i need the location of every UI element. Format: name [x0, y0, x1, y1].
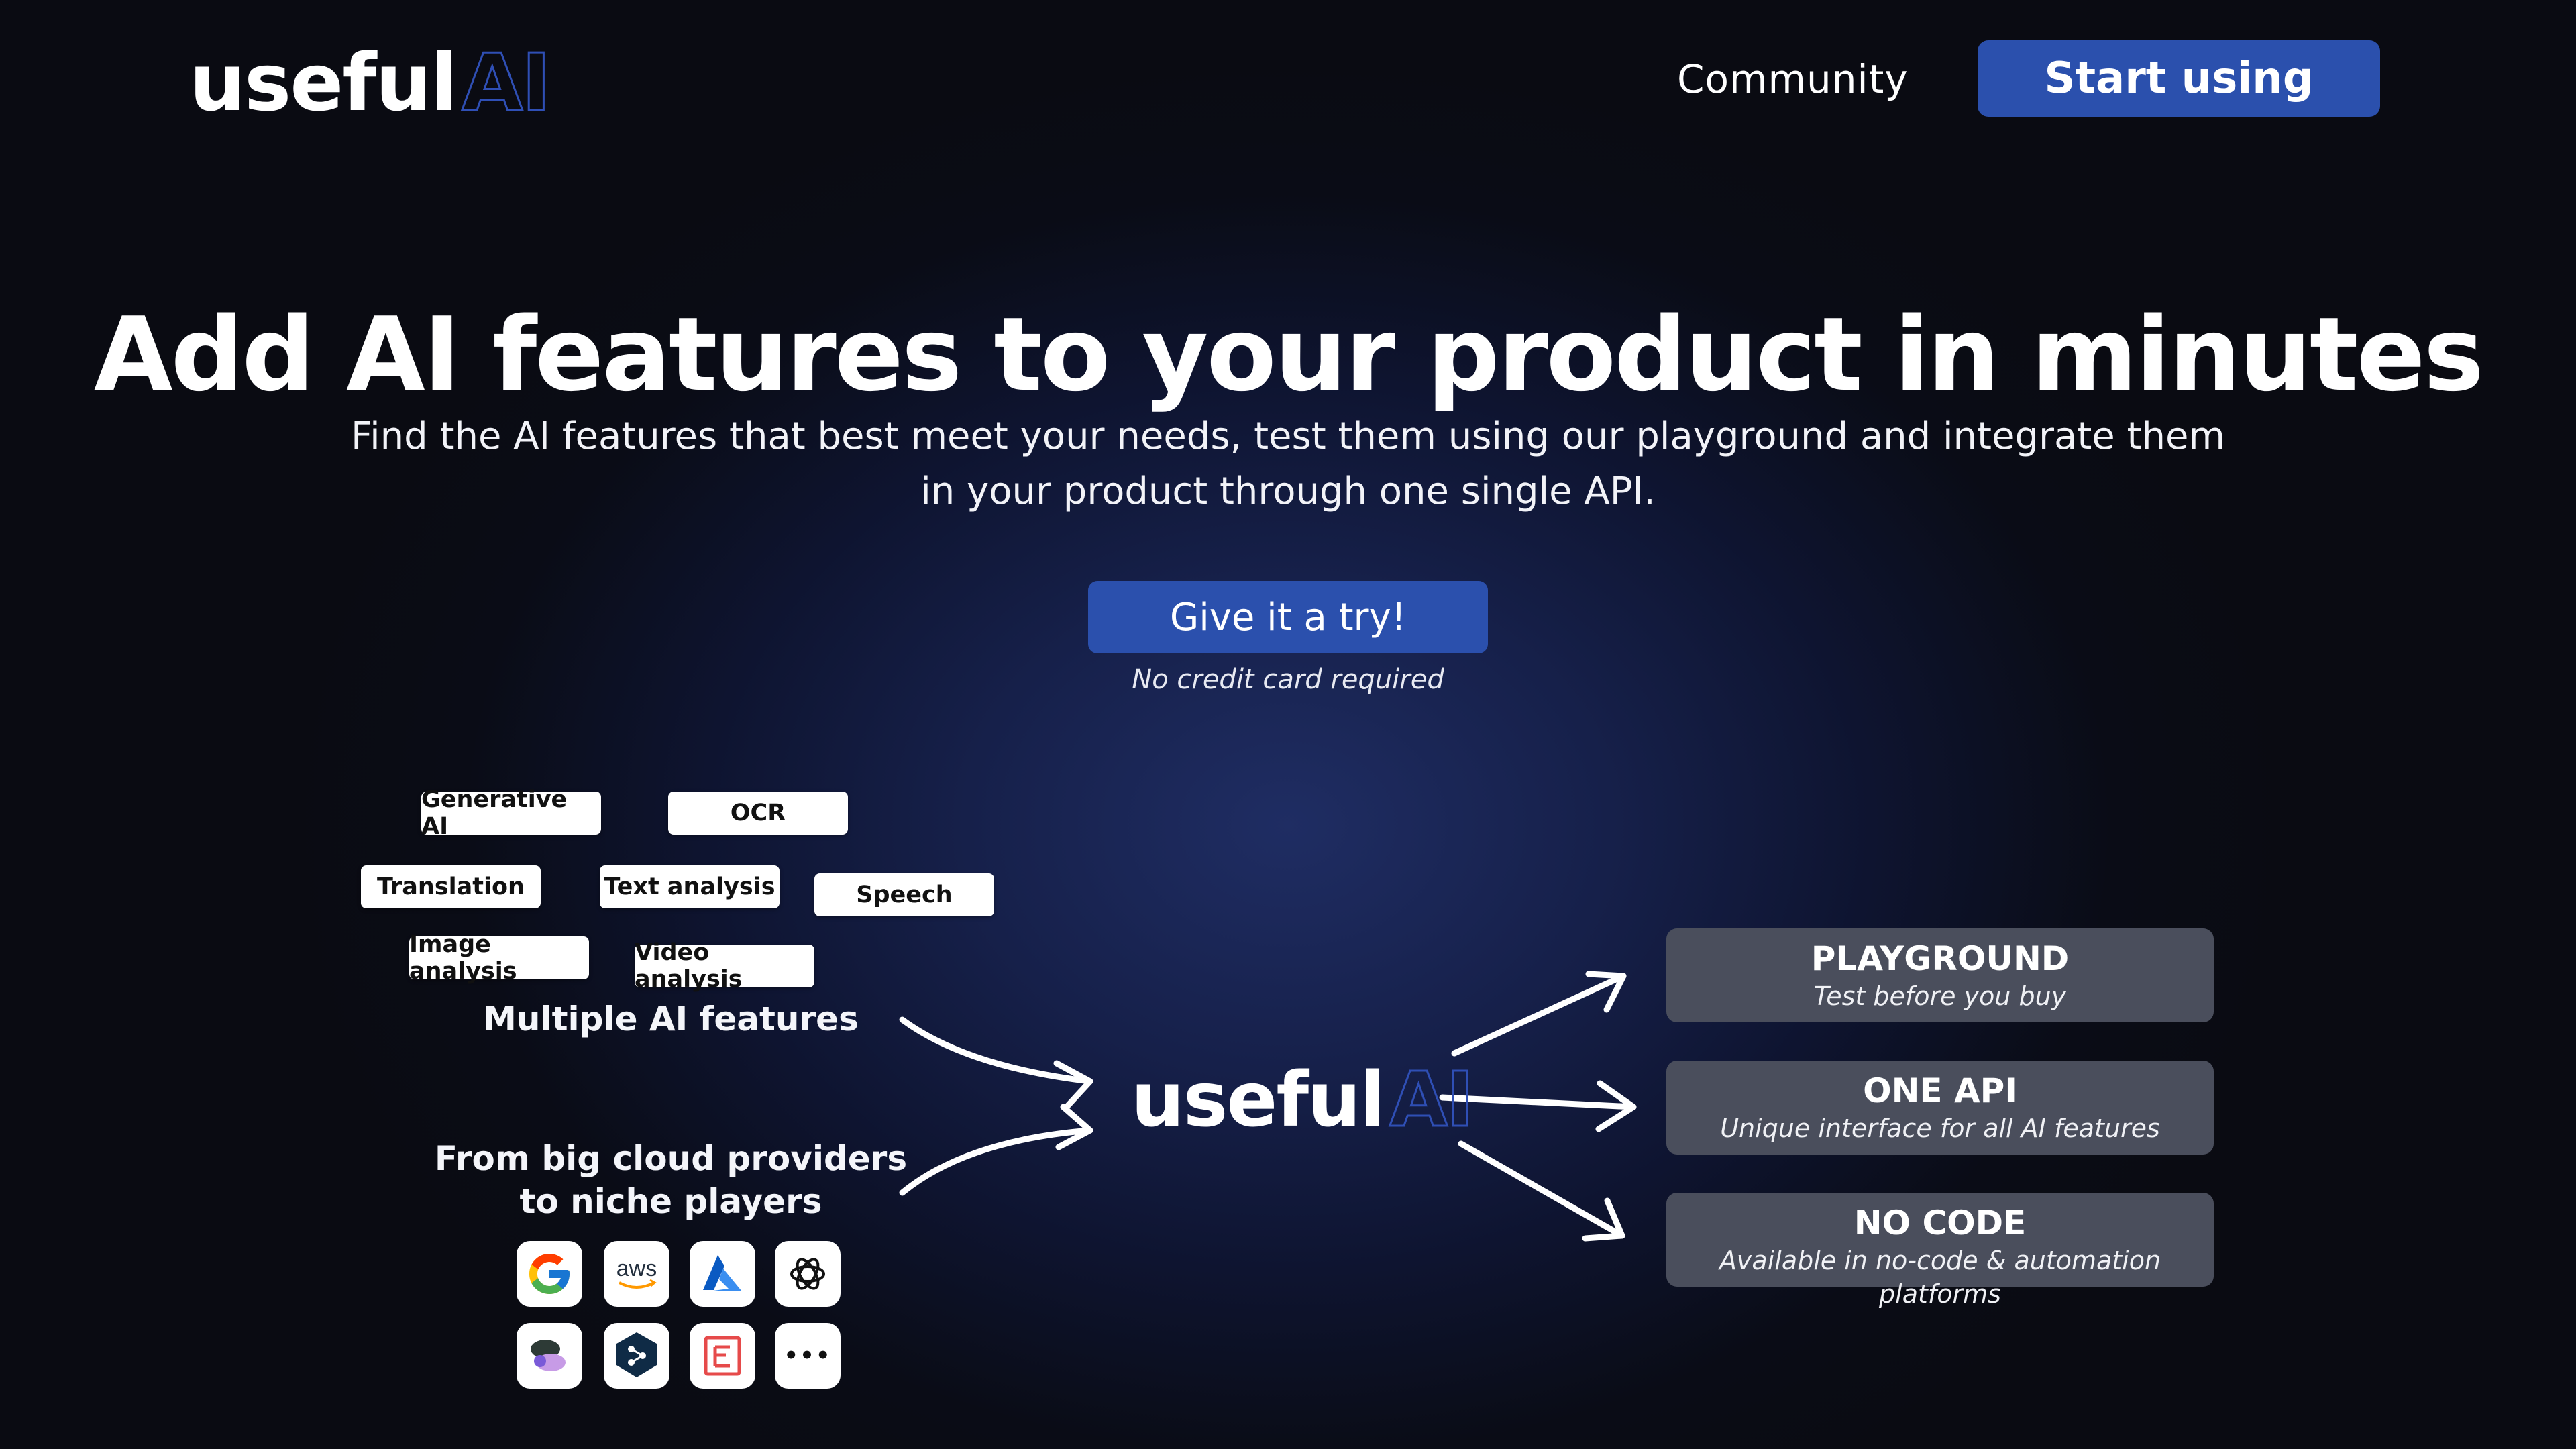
card-subtitle: Available in no-code & automation platfo… — [1719, 1246, 2161, 1309]
card-no-code: NO CODE Available in no-code & automatio… — [1666, 1193, 2214, 1309]
arrow-providers-in — [899, 1127, 1093, 1196]
center-logo-word: useful — [1131, 1057, 1385, 1144]
card-subtitle: Test before you buy — [1813, 981, 2067, 1011]
card-subtitle: Unique interface for all AI features — [1720, 1114, 2160, 1143]
card-playground: PLAYGROUND Test before you buy — [1666, 928, 2214, 1022]
arrow-features-in — [899, 1016, 1093, 1085]
arrow-to-no-code — [1458, 1140, 1625, 1239]
center-logo: useful AI — [1131, 1056, 1475, 1145]
arrow-to-playground — [1451, 973, 1627, 1057]
card-title: PLAYGROUND — [1811, 939, 2070, 978]
center-logo-ai: AI — [1389, 1056, 1475, 1145]
card-title: ONE API — [1863, 1071, 2017, 1110]
card-one-api: ONE API Unique interface for all AI feat… — [1666, 1061, 2214, 1155]
card-title: NO CODE — [1854, 1203, 2027, 1242]
